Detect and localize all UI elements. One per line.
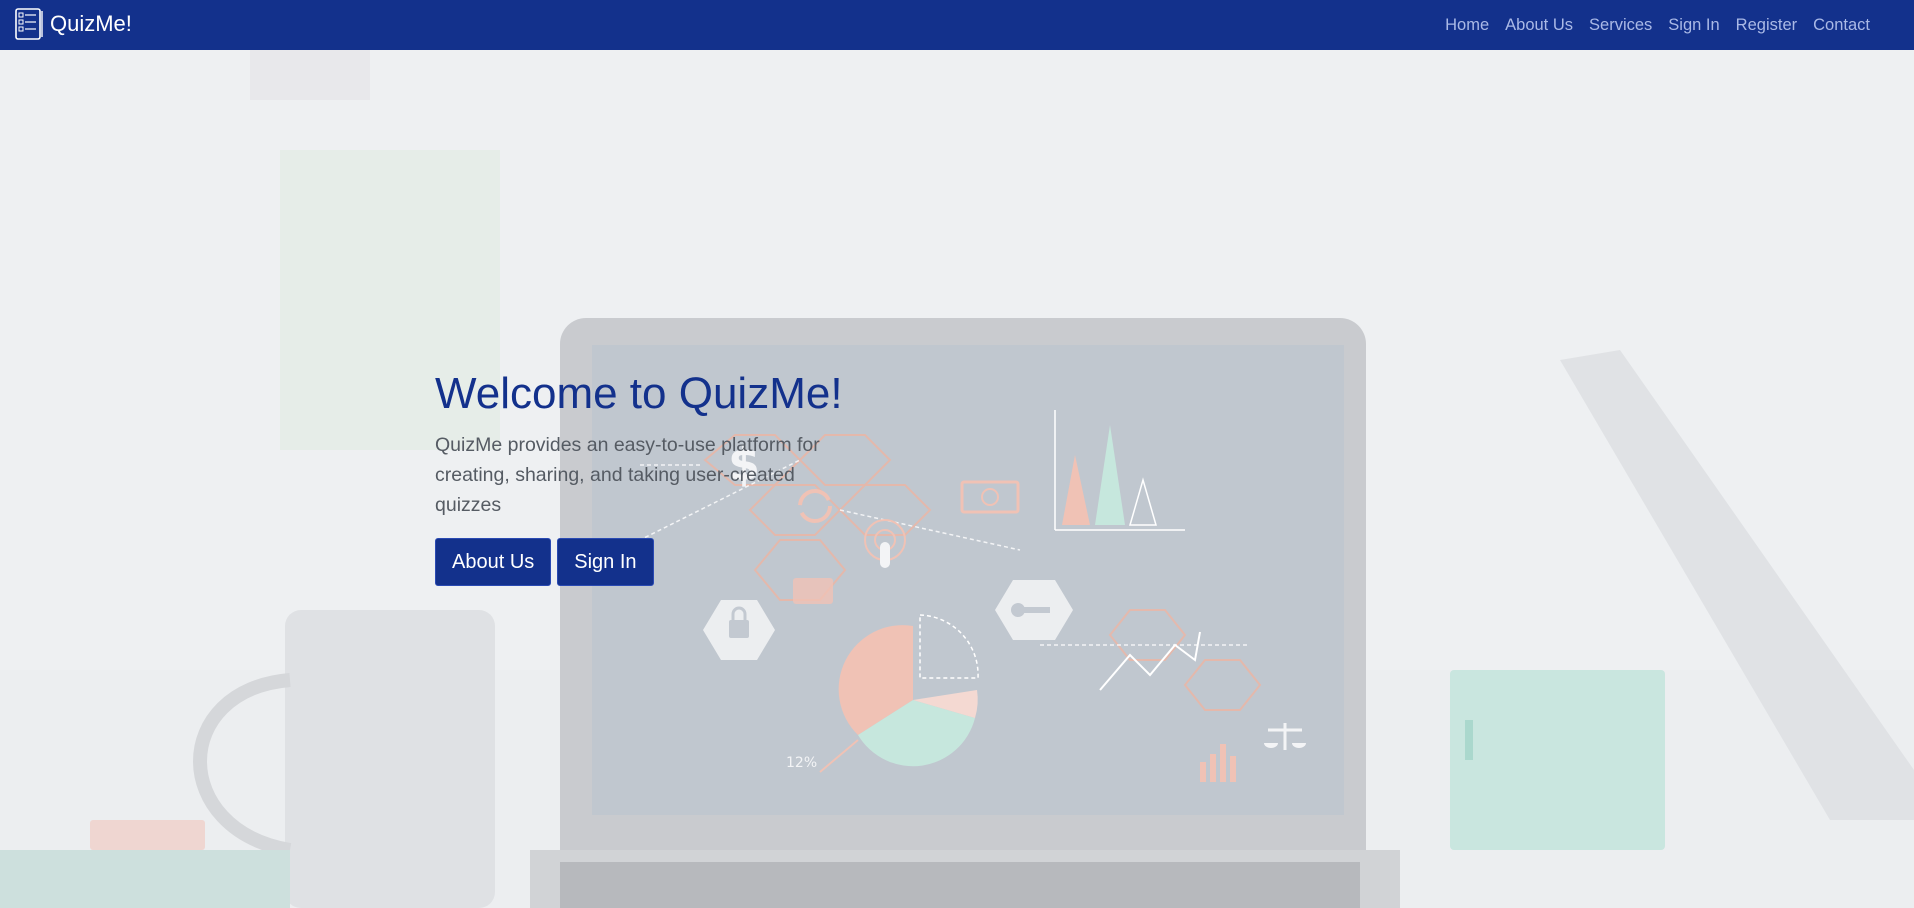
nav-register[interactable]: Register bbox=[1736, 16, 1797, 35]
nav-about-us[interactable]: About Us bbox=[1505, 16, 1573, 35]
nav-services[interactable]: Services bbox=[1589, 16, 1652, 35]
hero-buttons: About Us Sign In bbox=[435, 538, 865, 586]
nav-contact[interactable]: Contact bbox=[1813, 16, 1870, 35]
hero-section: $ 12% Welcome to QuizMe! QuizMe provides… bbox=[0, 50, 1914, 908]
about-us-button[interactable]: About Us bbox=[435, 538, 552, 586]
sign-in-button[interactable]: Sign In bbox=[557, 538, 654, 586]
hero-description: QuizMe provides an easy-to-use platform … bbox=[435, 434, 820, 516]
nav-home[interactable]: Home bbox=[1445, 16, 1489, 35]
nav-sign-in[interactable]: Sign In bbox=[1668, 16, 1719, 35]
brand-name: QuizMe! bbox=[50, 11, 132, 36]
laptop-screen-percent: 12% bbox=[786, 755, 817, 771]
brand-link[interactable]: QuizMe! bbox=[14, 7, 132, 41]
navbar: QuizMe! Home About Us Services Sign In R… bbox=[0, 0, 1914, 50]
hero-content: Welcome to QuizMe! QuizMe provides an ea… bbox=[435, 368, 865, 586]
quiz-notebook-icon bbox=[15, 8, 43, 40]
hero-background-image: $ 12% bbox=[0, 50, 1914, 908]
hero-title: Welcome to QuizMe! bbox=[435, 369, 843, 418]
nav-links: Home About Us Services Sign In Register … bbox=[1429, 0, 1870, 50]
